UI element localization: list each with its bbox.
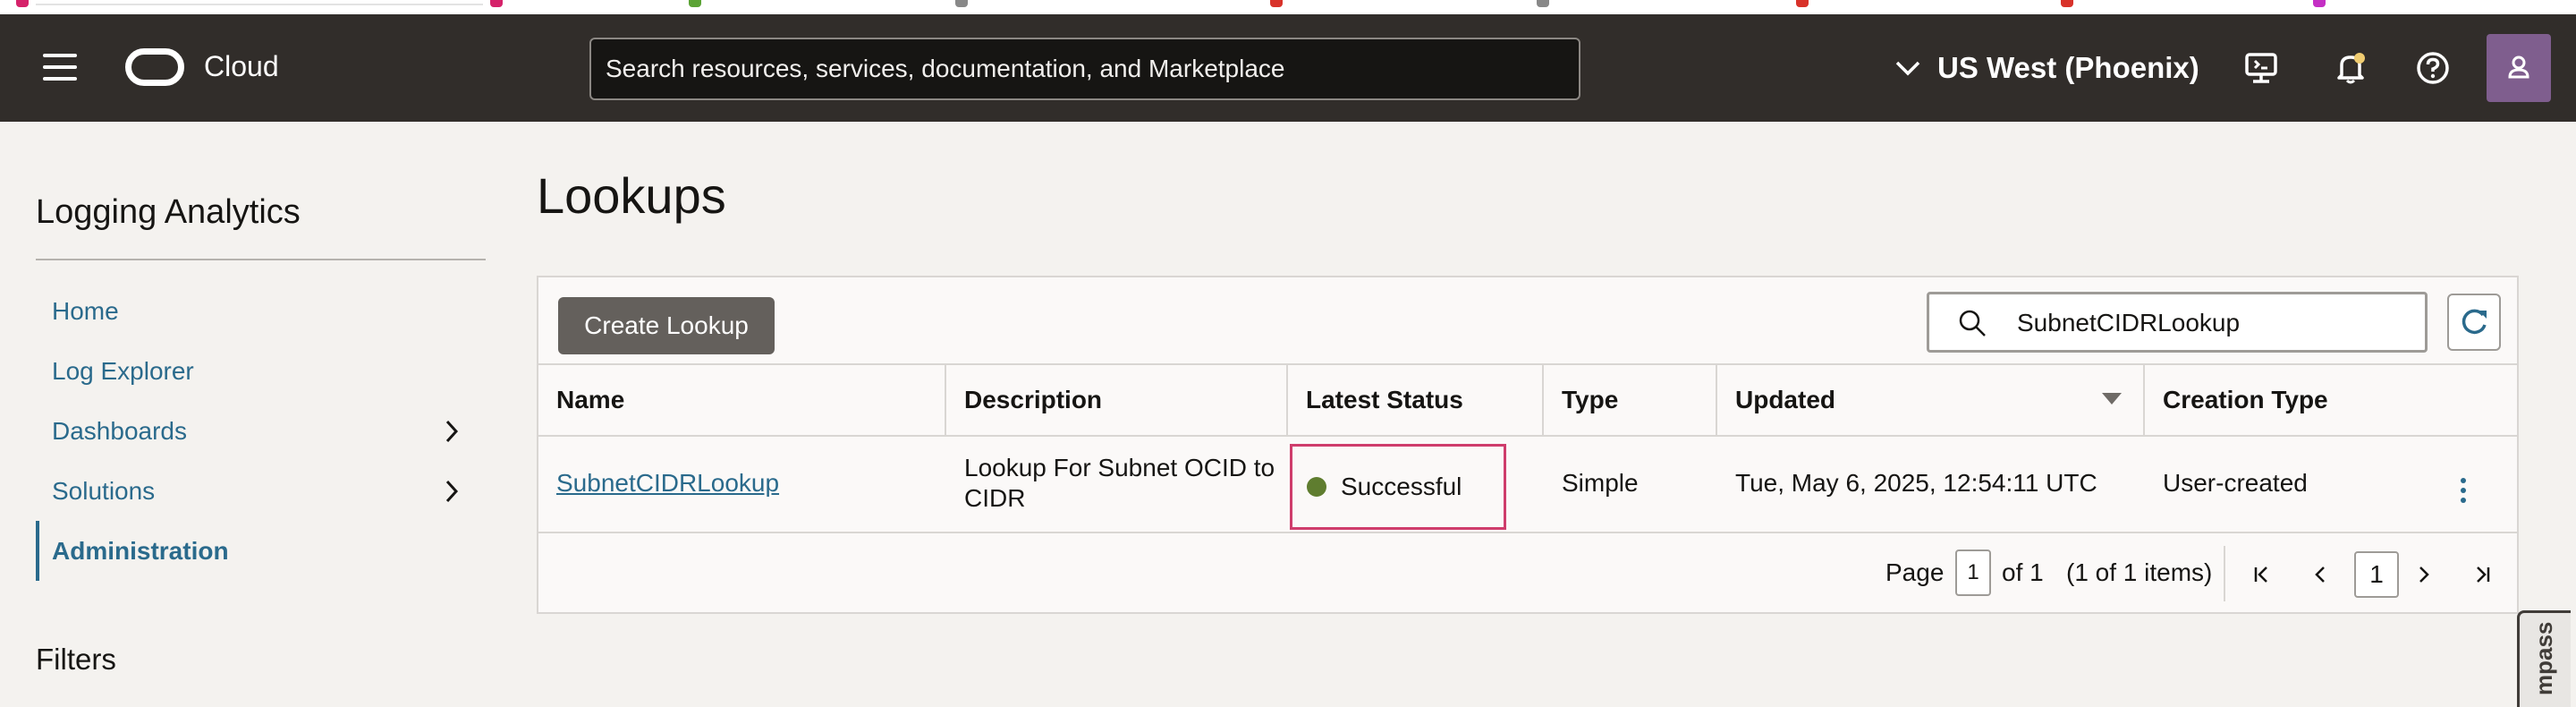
status-highlight: Successful	[1290, 444, 1506, 530]
sidebar-divider	[36, 259, 486, 260]
table-divider	[538, 532, 2517, 533]
sidebar-item-label: Home	[52, 296, 119, 325]
browser-bookmark-bar	[0, 0, 2576, 14]
column-header-type[interactable]: Type	[1544, 365, 1717, 435]
table-row-updated: Tue, May 6, 2025, 12:54:11 UTC	[1735, 469, 2097, 497]
column-header-description[interactable]: Description	[946, 365, 1288, 435]
row-actions-kebab-icon[interactable]	[2453, 473, 2474, 508]
bookmark-favicon[interactable]	[2313, 0, 2326, 7]
column-header-updated-label: Updated	[1735, 386, 1835, 413]
notifications-bell-icon[interactable]	[2333, 50, 2368, 86]
pagination-items-label: (1 of 1 items)	[2066, 558, 2213, 586]
chevron-right-icon[interactable]	[445, 419, 459, 444]
table-filter[interactable]	[1927, 292, 2428, 353]
next-page-icon[interactable]	[2411, 562, 2436, 587]
column-header-name[interactable]: Name	[538, 365, 946, 435]
oracle-logo-icon[interactable]	[125, 48, 184, 86]
pagination-page-input[interactable]: 1	[1955, 549, 1991, 596]
sidebar-item-dashboards[interactable]: Dashboards	[36, 401, 486, 461]
refresh-button[interactable]	[2447, 294, 2501, 351]
refresh-icon	[2462, 309, 2487, 335]
top-header: Cloud US West (Phoenix)	[0, 14, 2576, 122]
filter-input[interactable]	[2015, 294, 2412, 352]
table-row-creation-type: User-created	[2163, 469, 2308, 497]
column-header-creation-type[interactable]: Creation Type	[2145, 365, 2517, 435]
hamburger-menu-icon[interactable]	[43, 54, 77, 81]
sidebar-item-solutions[interactable]: Solutions	[36, 461, 486, 521]
bookmark-favicon[interactable]	[955, 0, 968, 7]
bookmark-favicon[interactable]	[689, 0, 701, 7]
sidebar-item-log-explorer[interactable]: Log Explorer	[36, 341, 486, 401]
filters-heading: Filters	[36, 643, 116, 676]
sidebar-item-label: Administration	[52, 536, 229, 565]
column-header-updated[interactable]: Updated	[1717, 365, 2145, 435]
lookups-table-panel: Create Lookup Name Description Latest St…	[537, 276, 2519, 614]
sidebar-item-administration[interactable]: Administration	[36, 521, 486, 581]
bookmark-favicon[interactable]	[2061, 0, 2073, 7]
bookmark-favicon[interactable]	[1537, 0, 1549, 7]
sidebar-title: Logging Analytics	[36, 193, 301, 231]
sidebar-item-label: Log Explorer	[52, 356, 194, 385]
pagination-of-label: of 1	[2002, 558, 2044, 586]
page-title: Lookups	[537, 167, 726, 224]
bookmark-favicon[interactable]	[1270, 0, 1283, 7]
bookmark-bar-rule	[36, 4, 483, 5]
pagination-page-label: Page	[1885, 558, 1945, 586]
chevron-down-icon	[1895, 61, 1920, 76]
user-icon	[2508, 55, 2529, 79]
previous-page-icon[interactable]	[2308, 562, 2333, 587]
brand-label[interactable]: Cloud	[204, 50, 279, 83]
create-lookup-button[interactable]: Create Lookup	[558, 297, 775, 354]
pagination-divider	[2224, 546, 2225, 601]
success-status-icon	[1307, 477, 1326, 497]
bookmark-favicon[interactable]	[1796, 0, 1809, 7]
compass-panel-tab[interactable]: mpass	[2517, 610, 2571, 707]
status-label: Successful	[1341, 473, 1462, 500]
search-icon	[1959, 310, 1986, 336]
global-search-input[interactable]	[591, 39, 1579, 98]
lookup-name-link[interactable]: SubnetCIDRLookup	[556, 469, 779, 498]
chevron-right-icon[interactable]	[445, 479, 459, 504]
region-label: US West (Phoenix)	[1937, 51, 2199, 84]
sidebar-item-label: Solutions	[52, 476, 156, 505]
bookmark-favicon[interactable]	[16, 0, 29, 7]
compass-label: mpass	[2530, 621, 2557, 695]
table-row-description: Lookup For Subnet OCID to CIDR	[964, 454, 1275, 512]
sidebar-nav: Home Log Explorer Dashboards Solutions A…	[36, 281, 486, 581]
sort-descending-icon[interactable]	[2102, 393, 2122, 405]
last-page-icon[interactable]	[2469, 562, 2494, 587]
current-page-box[interactable]: 1	[2354, 551, 2399, 598]
region-selector[interactable]: US West (Phoenix)	[1894, 48, 2199, 88]
sidebar-item-label: Dashboards	[52, 416, 187, 445]
bookmark-favicon[interactable]	[490, 0, 503, 7]
sidebar-item-home[interactable]: Home	[36, 281, 486, 341]
table-row-type: Simple	[1562, 469, 1639, 497]
column-header-latest-status[interactable]: Latest Status	[1288, 365, 1544, 435]
first-page-icon[interactable]	[2250, 562, 2275, 587]
table-row-name-cell: SubnetCIDRLookup	[538, 435, 946, 532]
help-icon[interactable]	[2415, 50, 2451, 86]
profile-avatar[interactable]	[2487, 34, 2551, 102]
cloud-shell-icon[interactable]	[2243, 50, 2279, 86]
global-search[interactable]	[589, 38, 1580, 100]
